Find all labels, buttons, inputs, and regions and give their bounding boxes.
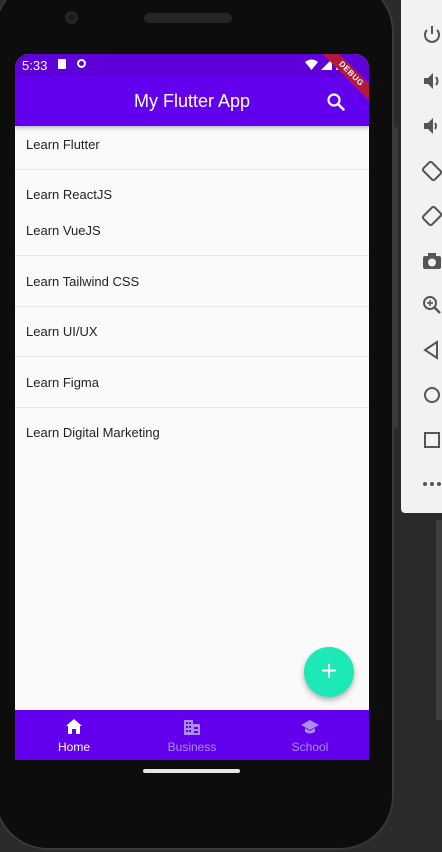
status-bar: 5:33 [15, 54, 369, 76]
divider [15, 306, 369, 307]
business-icon [184, 720, 200, 735]
wifi-icon [305, 59, 318, 70]
emulator-controls [401, 0, 442, 513]
nav-label-business: Business [167, 740, 217, 754]
earpiece [144, 13, 232, 23]
power-icon[interactable] [421, 24, 442, 46]
list-item[interactable]: Learn VueJS [26, 223, 101, 238]
divider [15, 255, 369, 256]
nav-label-school: School [291, 740, 329, 754]
status-time: 5:33 [22, 58, 48, 73]
list-item[interactable]: Learn Digital Marketing [26, 425, 160, 440]
more-icon[interactable] [421, 473, 442, 495]
camera-icon[interactable] [421, 250, 442, 272]
gesture-bar[interactable] [143, 769, 240, 773]
home-icon [66, 719, 82, 734]
volume-down-icon[interactable] [421, 115, 442, 137]
app-title: My Flutter App [133, 91, 251, 111]
home-circle-icon[interactable] [421, 384, 442, 406]
divider [15, 407, 369, 408]
nav-item-home[interactable]: Home [15, 710, 133, 760]
sd-card-icon [58, 59, 66, 69]
front-camera [65, 11, 78, 24]
nav-item-school[interactable]: School [251, 710, 369, 760]
list-item[interactable]: Learn ReactJS [26, 187, 112, 202]
app-bar: My Flutter App [15, 76, 369, 126]
rotate-left-icon[interactable] [421, 160, 442, 182]
add-button[interactable]: + [304, 647, 354, 697]
divider [15, 356, 369, 357]
list-item[interactable]: Learn Tailwind CSS [26, 274, 139, 289]
app-screen: 5:33 My Flutter App DEBUG Learn Flutter … [15, 54, 369, 760]
bottom-navigation: Home Business School [15, 710, 369, 760]
volume-up-icon[interactable] [421, 70, 442, 92]
window-scrollbar[interactable] [436, 520, 442, 720]
list-item[interactable]: Learn Flutter [26, 137, 100, 152]
nav-label-home: Home [57, 740, 90, 754]
divider [15, 169, 369, 170]
back-icon[interactable] [421, 339, 442, 361]
list-item[interactable]: Learn Figma [26, 375, 99, 390]
nav-item-business[interactable]: Business [133, 710, 251, 760]
rotate-right-icon[interactable] [421, 205, 442, 227]
overview-icon[interactable] [421, 429, 442, 451]
school-icon [301, 720, 319, 734]
sync-icon [77, 59, 86, 68]
list-item[interactable]: Learn UI/UX [26, 324, 98, 339]
search-icon[interactable] [324, 90, 348, 114]
zoom-icon[interactable] [421, 294, 442, 316]
emulator-window: 5:33 My Flutter App DEBUG Learn Flutter … [0, 0, 442, 852]
